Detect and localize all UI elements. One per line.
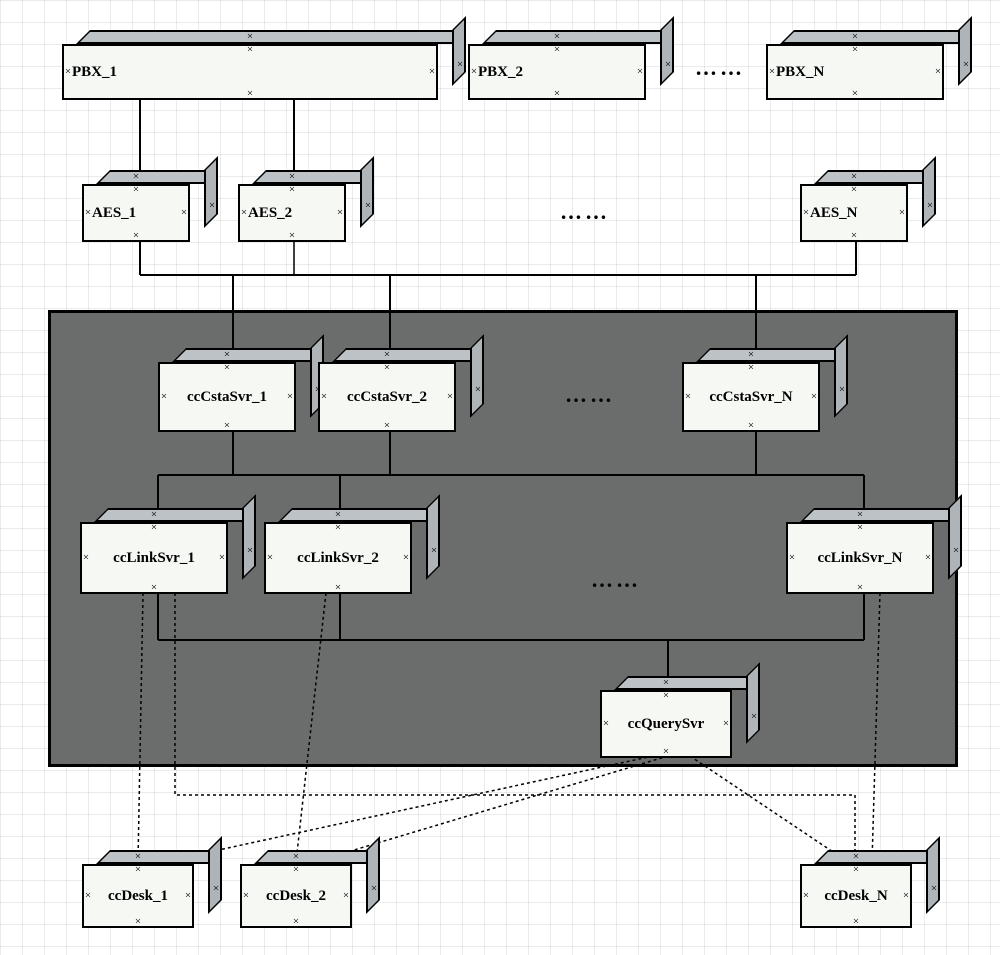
label: ccDesk_N xyxy=(824,888,887,905)
ellipsis-pbx: …… xyxy=(695,55,745,81)
label: ccCstaSvr_1 xyxy=(187,389,267,406)
label: ccLinkSvr_1 xyxy=(113,550,195,567)
label: PBX_2 xyxy=(478,64,523,81)
label: ccQuerySvr xyxy=(628,716,705,733)
label: PBX_1 xyxy=(72,64,117,81)
diagram-canvas: PBX_1 × × × × × × PBX_2 × × × × × × …… P… xyxy=(0,0,1000,955)
ellipsis-aes: …… xyxy=(560,199,610,225)
label: ccLinkSvr_N xyxy=(817,550,902,567)
label: AES_N xyxy=(810,205,858,222)
label: ccCstaSvr_2 xyxy=(347,389,427,406)
ellipsis-link: …… xyxy=(591,567,641,593)
label: AES_2 xyxy=(248,205,292,222)
label: ccDesk_1 xyxy=(108,888,168,905)
label: ccLinkSvr_2 xyxy=(297,550,379,567)
label: ccDesk_2 xyxy=(266,888,326,905)
label: ccCstaSvr_N xyxy=(709,389,792,406)
label: PBX_N xyxy=(776,64,824,81)
label: AES_1 xyxy=(92,205,136,222)
ellipsis-csta: …… xyxy=(565,382,615,408)
